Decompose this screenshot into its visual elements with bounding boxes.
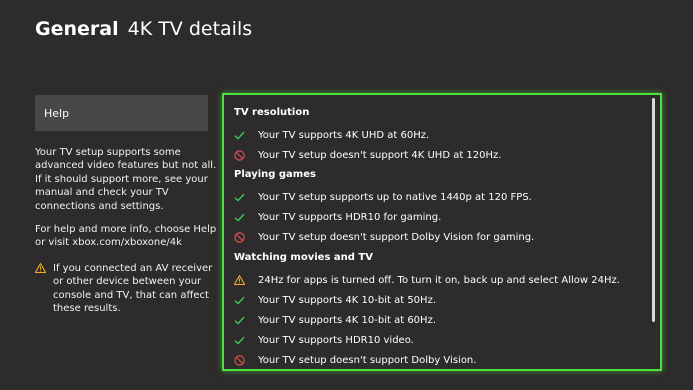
setup-description: Your TV setup supports some advanced vid…: [35, 147, 217, 212]
help-info: For help and more info, choose Help or v…: [35, 224, 217, 249]
item-text: Your TV supports 4K 10-bit at 50Hz.: [258, 294, 436, 306]
group-playing-games: Playing games Your TV setup supports up …: [234, 168, 534, 247]
group-watching-movies: Watching movies and TV 24Hz for apps is …: [234, 251, 620, 370]
sidebar-description: Your TV setup supports some advanced vid…: [35, 146, 220, 260]
check-icon: [234, 296, 258, 305]
page-header: General 4K TV details: [35, 18, 252, 40]
list-item: Your TV setup supports up to native 1440…: [234, 187, 534, 207]
list-item: Your TV setup doesn't support 4K UHD at …: [234, 145, 501, 165]
warning-icon: [35, 262, 53, 316]
list-item: Your TV supports 4K 10-bit at 50Hz.: [234, 290, 620, 310]
blocked-icon: [234, 149, 258, 161]
scrollbar[interactable]: [652, 98, 655, 322]
item-text: Your TV supports HDR10 for gaming.: [258, 211, 442, 223]
group-tv-resolution: TV resolution Your TV supports 4K UHD at…: [234, 106, 501, 165]
blocked-icon: [234, 354, 258, 366]
group-title: Playing games: [234, 169, 316, 180]
list-item: Your TV setup doesn't support Dolby Visi…: [234, 350, 620, 370]
av-note-text: If you connected an AV receiver or other…: [53, 263, 213, 315]
list-item: Your TV setup doesn't support Dolby Visi…: [234, 227, 534, 247]
help-button-label: Help: [44, 106, 70, 120]
list-item: Your TV supports HDR10 for gaming.: [234, 207, 534, 227]
page-title: 4K TV details: [127, 18, 253, 40]
item-text: Your TV setup doesn't support Dolby Visi…: [258, 354, 477, 366]
group-title: Watching movies and TV: [234, 252, 373, 263]
list-item: Your TV supports 4K 10-bit at 60Hz.: [234, 310, 620, 330]
item-text: Your TV supports 4K 10-bit at 60Hz.: [258, 314, 436, 326]
check-icon: [234, 316, 258, 325]
check-icon: [234, 131, 258, 140]
item-text: Your TV setup supports up to native 1440…: [258, 191, 532, 203]
item-text: Your TV supports 4K UHD at 60Hz.: [258, 129, 430, 141]
list-item: Your TV supports 4K UHD at 60Hz.: [234, 125, 501, 145]
item-text: Your TV supports HDR10 video.: [258, 334, 414, 346]
item-text: Your TV setup doesn't support 4K UHD at …: [258, 149, 502, 161]
av-receiver-note: If you connected an AV receiver or other…: [35, 262, 220, 316]
check-icon: [234, 193, 258, 202]
check-icon: [234, 213, 258, 222]
list-item: 24Hz for apps is turned off. To turn it …: [234, 270, 620, 290]
group-title: TV resolution: [234, 107, 310, 118]
list-item: Your TV supports HDR10 video.: [234, 330, 620, 350]
warning-icon: [234, 275, 258, 285]
details-panel[interactable]: TV resolution Your TV supports 4K UHD at…: [222, 93, 662, 371]
check-icon: [234, 336, 258, 345]
section-title: General: [35, 18, 119, 40]
item-text: Your TV setup doesn't support Dolby Visi…: [258, 231, 535, 243]
help-button[interactable]: Help: [35, 95, 208, 131]
blocked-icon: [234, 231, 258, 243]
item-text: 24Hz for apps is turned off. To turn it …: [258, 274, 620, 286]
